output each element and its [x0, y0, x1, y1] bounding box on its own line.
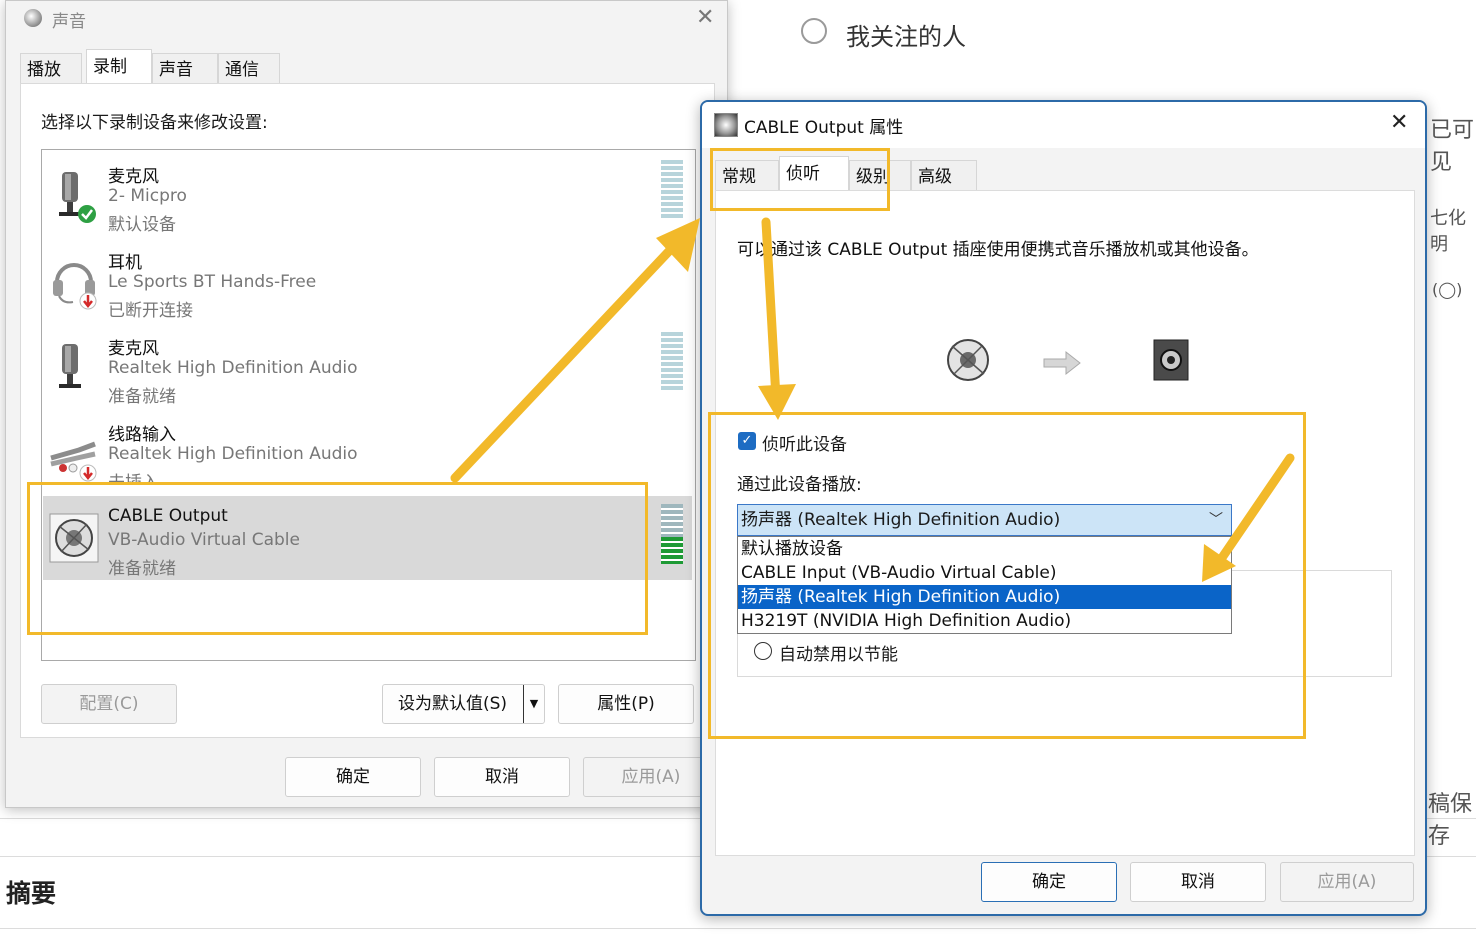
- cable-output-properties-dialog: CABLE Output 属性 ✕ 常规 侦听 级别 高级 可以通过该 CABL…: [700, 100, 1427, 916]
- follow-label: 我关注的人: [846, 23, 966, 51]
- tab-communications[interactable]: 通信: [218, 53, 280, 83]
- device-name: 麦克风: [108, 339, 159, 359]
- speaker-icon: [24, 9, 42, 27]
- device-name: 麦克风: [108, 167, 159, 187]
- device-subtitle: 2- Micpro: [108, 186, 187, 206]
- tab-levels[interactable]: 级别: [849, 160, 911, 190]
- disconnected-badge-icon: [79, 292, 97, 310]
- device-status: 未插入: [108, 473, 159, 484]
- unplugged-badge-icon: [79, 464, 97, 482]
- listen-checkbox[interactable]: ✓: [738, 432, 756, 450]
- device-status: 准备就绪: [108, 559, 176, 579]
- playback-device-select[interactable]: 扬声器 (Realtek High Definition Audio) ﹀: [737, 504, 1232, 536]
- flow-arrow-icon: [1043, 350, 1081, 376]
- apply-button[interactable]: 应用(A): [1280, 862, 1414, 902]
- device-status: 已断开连接: [108, 301, 193, 321]
- apply-button[interactable]: 应用(A): [583, 757, 719, 797]
- background-fragment: 已可见: [1430, 118, 1475, 175]
- device-item[interactable]: 线路输入 Realtek High Definition Audio 未插入: [43, 410, 692, 494]
- properties-dialog-title: CABLE Output 属性: [744, 118, 904, 138]
- summary-heading: 摘要: [6, 879, 57, 908]
- close-icon[interactable]: ✕: [696, 5, 714, 30]
- device-subtitle: VB-Audio Virtual Cable: [108, 530, 300, 550]
- device-item[interactable]: 麦克风 2- Micpro 默认设备: [43, 152, 692, 236]
- recording-device-list: 麦克风 2- Micpro 默认设备 耳机 Le Sports BT Hands…: [41, 149, 696, 661]
- properties-button[interactable]: 属性(P): [558, 684, 694, 724]
- device-subtitle: Realtek High Definition Audio: [108, 444, 358, 464]
- dropdown-option[interactable]: CABLE Input (VB-Audio Virtual Cable): [738, 561, 1231, 585]
- divider: [0, 928, 1476, 929]
- dropdown-arrow-icon[interactable]: ▼: [523, 685, 544, 723]
- set-default-button[interactable]: 设为默认值(S) ▼: [382, 684, 545, 724]
- playthrough-label: 通过此设备播放:: [737, 475, 862, 495]
- tab-advanced[interactable]: 高级: [911, 160, 977, 190]
- device-subtitle: Le Sports BT Hands-Free: [108, 272, 317, 292]
- background-fragment: (◯): [1432, 280, 1463, 299]
- dropdown-option[interactable]: H3219T (NVIDIA High Definition Audio): [738, 609, 1231, 633]
- tab-listen[interactable]: 侦听: [779, 156, 849, 190]
- playback-device-dropdown: 默认播放设备 CABLE Input (VB-Audio Virtual Cab…: [737, 536, 1232, 634]
- cancel-button[interactable]: 取消: [434, 757, 570, 797]
- tab-sounds[interactable]: 声音: [152, 53, 218, 83]
- properties-tabs: 常规 侦听 级别 高级: [715, 156, 1415, 190]
- sound-tabs: 播放 录制 声音 通信: [20, 49, 720, 83]
- speaker-icon: [1153, 339, 1189, 381]
- configure-button[interactable]: 配置(C): [41, 684, 177, 724]
- level-meter: [661, 332, 683, 392]
- speaker-cable-icon: [714, 113, 738, 137]
- power-radio-label: 自动禁用以节能: [779, 645, 898, 665]
- selected-device-value: 扬声器 (Realtek High Definition Audio): [741, 510, 1061, 530]
- listen-description: 可以通过该 CABLE Output 插座使用便携式音乐播放机或其他设备。: [737, 240, 1259, 260]
- power-radio[interactable]: [754, 642, 772, 660]
- cancel-button[interactable]: 取消: [1130, 862, 1266, 902]
- dropdown-option-highlighted[interactable]: 扬声器 (Realtek High Definition Audio): [738, 585, 1231, 609]
- device-subtitle: Realtek High Definition Audio: [108, 358, 358, 378]
- device-name: 线路输入: [108, 425, 176, 445]
- device-item-selected[interactable]: CABLE Output VB-Audio Virtual Cable 准备就绪: [43, 496, 692, 580]
- chevron-down-icon: ﹀: [1209, 512, 1223, 528]
- tab-recording[interactable]: 录制: [86, 49, 152, 83]
- speaker-cable-icon: [49, 513, 99, 563]
- device-item[interactable]: 麦克风 Realtek High Definition Audio 准备就绪: [43, 324, 692, 408]
- level-meter-fill: [661, 537, 683, 564]
- sound-dialog-title: 声音: [52, 12, 86, 32]
- title-bar: CABLE Output 属性 ✕: [702, 102, 1425, 148]
- tab-general[interactable]: 常规: [715, 160, 779, 190]
- device-status: 准备就绪: [108, 387, 176, 407]
- level-meter: [661, 504, 683, 564]
- close-icon[interactable]: ✕: [1390, 110, 1408, 135]
- device-status: 默认设备: [108, 215, 176, 235]
- background-fragment: 七化明: [1430, 208, 1466, 255]
- listen-checkbox-label: 侦听此设备: [762, 435, 847, 455]
- dropdown-option[interactable]: 默认播放设备: [738, 537, 1231, 561]
- device-name: CABLE Output: [108, 506, 228, 526]
- set-default-label: 设为默认值(S): [397, 694, 508, 714]
- default-check-badge-icon: [78, 205, 96, 223]
- speaker-cable-icon: [947, 339, 989, 381]
- sound-dialog: 声音 ✕ 播放 录制 声音 通信 选择以下录制设备来修改设置: 麦克风 2- M…: [5, 0, 728, 808]
- microphone-icon: [59, 344, 81, 388]
- device-item[interactable]: 耳机 Le Sports BT Hands-Free 已断开连接: [43, 238, 692, 322]
- ok-button[interactable]: 确定: [285, 757, 421, 797]
- follow-radio[interactable]: [801, 18, 827, 44]
- ok-button[interactable]: 确定: [981, 862, 1117, 902]
- device-name: 耳机: [108, 253, 142, 273]
- level-meter: [661, 160, 683, 220]
- recording-instruction: 选择以下录制设备来修改设置:: [41, 113, 268, 133]
- tab-playback[interactable]: 播放: [20, 53, 82, 83]
